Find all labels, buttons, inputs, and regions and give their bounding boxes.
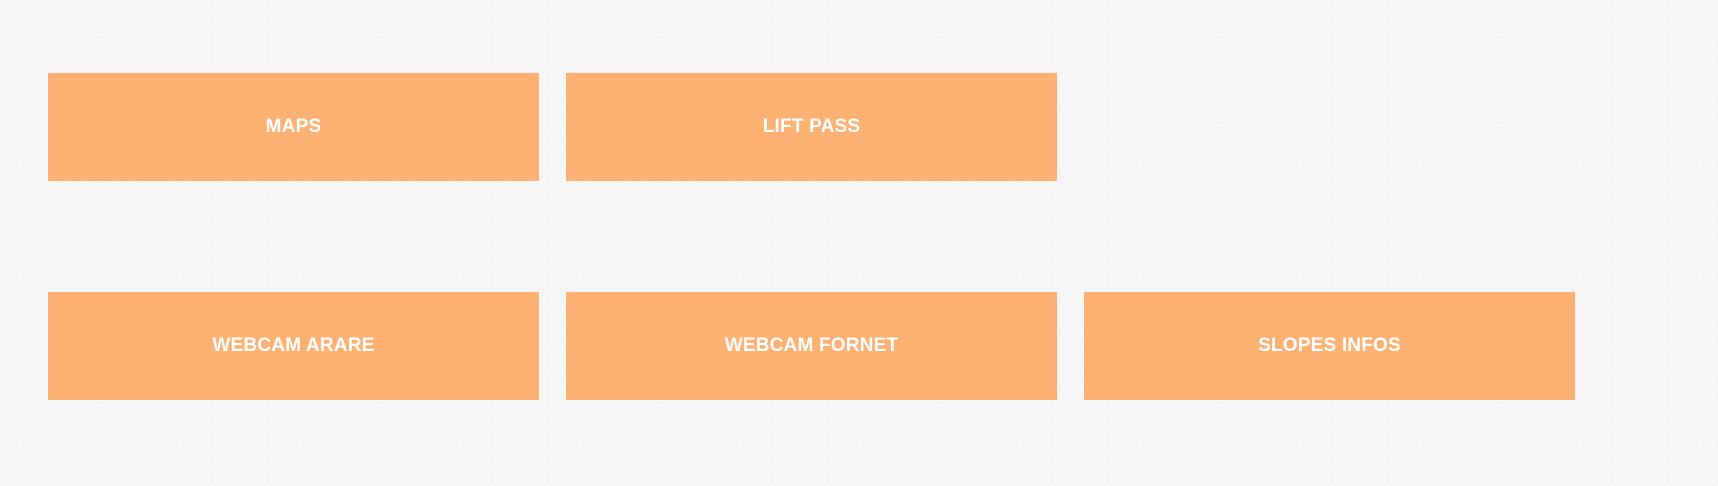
maps-button[interactable]: MAPS (48, 73, 539, 181)
maps-button-label: MAPS (265, 116, 322, 137)
webcam-fornet-button-label: WEBCAM FORNET (724, 335, 899, 356)
webcam-fornet-button[interactable]: WEBCAM FORNET (566, 292, 1057, 400)
lift-pass-button-label: LIFT PASS (762, 116, 861, 137)
lift-pass-button[interactable]: LIFT PASS (566, 73, 1057, 181)
webcam-arare-button-label: WEBCAM ARARE (212, 335, 375, 356)
slopes-infos-button-label: SLOPES INFOS (1258, 335, 1401, 356)
webcam-arare-button[interactable]: WEBCAM ARARE (48, 292, 539, 400)
page: { "tiles": { "maps": "MAPS", "lift_pass"… (0, 0, 1718, 486)
slopes-infos-button[interactable]: SLOPES INFOS (1084, 292, 1575, 400)
